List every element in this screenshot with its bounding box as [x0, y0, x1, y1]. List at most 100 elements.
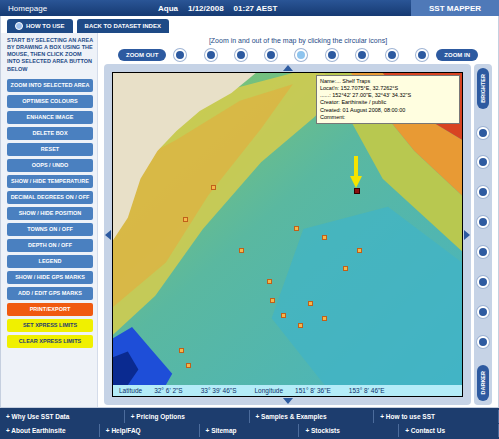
gps-mark[interactable]: [294, 226, 299, 231]
sidebar-button[interactable]: ZOOM INTO SELECTED AREA: [7, 79, 93, 92]
footer-link[interactable]: + Help/FAQ: [100, 424, 200, 437]
gps-mark[interactable]: [357, 248, 362, 253]
zoom-level-dot[interactable]: [356, 49, 368, 61]
sidebar-button[interactable]: DECIMAL DEGREES ON / OFF: [7, 191, 93, 204]
gps-mark[interactable]: [186, 363, 191, 368]
latitude-from: 32° 6' 2"S: [154, 387, 183, 394]
arrow-up-icon: [283, 65, 293, 71]
gps-mark[interactable]: [270, 298, 275, 303]
footer-link[interactable]: + Why Use SST Data: [0, 410, 125, 423]
zoom-level-dot[interactable]: [416, 49, 428, 61]
latitude-label: Latitude: [119, 387, 142, 394]
brightness-dot[interactable]: [477, 186, 489, 198]
sst-map[interactable]: Name:... Shelf TrapsLocat'n: 152.7075°E,…: [112, 72, 463, 397]
zoom-level-dot[interactable]: [174, 49, 186, 61]
tab[interactable]: HOW TO USE: [7, 19, 73, 33]
longitude-label: Longitude: [255, 387, 284, 394]
brightness-dot[interactable]: [477, 216, 489, 228]
sidebar-button[interactable]: OOPS / UNDO: [7, 159, 93, 172]
gps-mark[interactable]: [239, 248, 244, 253]
zoom-bar: ZOOM OUT ZOOM IN: [104, 46, 492, 64]
darker-button[interactable]: DARKER: [477, 365, 489, 401]
gps-mark[interactable]: [308, 301, 313, 306]
zoom-level-dot[interactable]: [205, 49, 217, 61]
date: 1/12/2008: [188, 4, 224, 13]
sidebar-button[interactable]: RESET: [7, 143, 93, 156]
selected-gps-mark[interactable]: [354, 188, 360, 194]
gps-mark[interactable]: [343, 266, 348, 271]
zoom-out-button[interactable]: ZOOM OUT: [118, 49, 166, 61]
workspace: [Zoom in and out of the map by clicking …: [98, 33, 498, 407]
time: 01:27 AEST: [234, 4, 278, 13]
zoom-levels: [174, 49, 428, 61]
brightness-dot[interactable]: [477, 246, 489, 258]
yellow-arrow-icon: [350, 156, 362, 188]
zoom-level-dot[interactable]: [386, 49, 398, 61]
sidebar-button[interactable]: SHOW / HIDE TEMPERATURE: [7, 175, 93, 188]
sidebar-button[interactable]: SHOW / HIDE POSITION: [7, 207, 93, 220]
tab[interactable]: BACK TO DATASET INDEX: [77, 19, 169, 33]
image-stamp: Aqua1/12/200801:27 AEST: [158, 4, 411, 13]
brightness-dot[interactable]: [477, 127, 489, 139]
tab-bar: HOW TO USE BACK TO DATASET INDEX: [1, 16, 498, 33]
longitude-from: 151° 8' 36"E: [295, 387, 331, 394]
footer-link[interactable]: + About Earthinsite: [0, 424, 100, 437]
footer-link[interactable]: + Pricing Options: [125, 410, 250, 423]
gps-mark[interactable]: [322, 235, 327, 240]
brand: SST MAPPER: [411, 0, 499, 16]
homepage-link[interactable]: Homepage: [0, 4, 158, 13]
zoom-level-dot[interactable]: [295, 49, 307, 61]
sidebar-button[interactable]: PRINT/EXPORT: [7, 303, 93, 316]
sidebar-button[interactable]: SHOW / HIDE GPS MARKS: [7, 271, 93, 284]
pan-up-button[interactable]: [104, 64, 471, 72]
gps-mark[interactable]: [281, 313, 286, 318]
footer-link[interactable]: + Samples & Examples: [250, 410, 375, 423]
pan-right-button[interactable]: [463, 72, 471, 397]
gps-mark[interactable]: [267, 279, 272, 284]
tooltip-line: Locat'n: 152.7075°E, 32.7262°S: [320, 85, 456, 92]
footer: + Why Use SST Data+ Pricing Options+ Sam…: [0, 408, 499, 439]
pan-down-button[interactable]: [104, 397, 471, 405]
longitude-to: 153° 8' 46"E: [349, 387, 385, 394]
gps-mark[interactable]: [322, 316, 327, 321]
zoom-in-button[interactable]: ZOOM IN: [436, 49, 478, 61]
brightness-dot[interactable]: [477, 336, 489, 348]
tooltip-line: Comment:: [320, 114, 456, 121]
footer-link[interactable]: + Stockists: [299, 424, 399, 437]
map-row: Name:... Shelf TrapsLocat'n: 152.7075°E,…: [104, 72, 471, 397]
sidebar-button[interactable]: TOWNS ON / OFF: [7, 223, 93, 236]
zoom-level-dot[interactable]: [326, 49, 338, 61]
gps-mark[interactable]: [298, 323, 303, 328]
tooltip-line: ......: 152°42' 27.00"E, 32°43' 34.32"S: [320, 92, 456, 99]
sst-mapper-page: HomepageAqua1/12/200801:27 AESTSST MAPPE…: [0, 0, 499, 439]
gps-mark[interactable]: [179, 348, 184, 353]
zoom-level-dot[interactable]: [265, 49, 277, 61]
sidebar-button[interactable]: LEGEND: [7, 255, 93, 268]
latitude-to: 33° 39' 46"S: [201, 387, 237, 394]
sidebar-button[interactable]: SET XPRESS LIMITS: [7, 319, 93, 332]
gps-mark[interactable]: [211, 185, 216, 190]
sidebar-button[interactable]: DEPTH ON / OFF: [7, 239, 93, 252]
footer-link[interactable]: + Sitemap: [200, 424, 300, 437]
footer-row: + About Earthinsite+ Help/FAQ+ Sitemap+ …: [0, 424, 499, 437]
brightness-dot[interactable]: [477, 306, 489, 318]
map-image[interactable]: Name:... Shelf TrapsLocat'n: 152.7075°E,…: [113, 73, 462, 385]
brighter-button[interactable]: BRIGHTER: [477, 68, 489, 109]
sidebar-button[interactable]: ENHANCE IMAGE: [7, 111, 93, 124]
footer-link[interactable]: + How to use SST: [374, 410, 499, 423]
sidebar-button[interactable]: DELETE BOX: [7, 127, 93, 140]
sidebar-button[interactable]: ADD / EDIT GPS MARKS: [7, 287, 93, 300]
top-bar: HomepageAqua1/12/200801:27 AESTSST MAPPE…: [0, 0, 499, 16]
arrow-down-icon: [283, 398, 293, 404]
brightness-dot[interactable]: [477, 156, 489, 168]
footer-link[interactable]: + Contact Us: [399, 424, 499, 437]
sidebar-button[interactable]: OPTIMISE COLOURS: [7, 95, 93, 108]
tooltip-line: Created: 01 August 2008, 08:00:00: [320, 107, 456, 114]
brightness-dot[interactable]: [477, 276, 489, 288]
zoom-level-dot[interactable]: [235, 49, 247, 61]
footer-row: + Why Use SST Data+ Pricing Options+ Sam…: [0, 410, 499, 423]
gps-mark[interactable]: [183, 217, 188, 222]
tooltip-line: Creator: Earthinsite / public: [320, 99, 456, 106]
sidebar-button[interactable]: CLEAR XPRESS LIMITS: [7, 335, 93, 348]
pan-left-button[interactable]: [104, 72, 112, 397]
